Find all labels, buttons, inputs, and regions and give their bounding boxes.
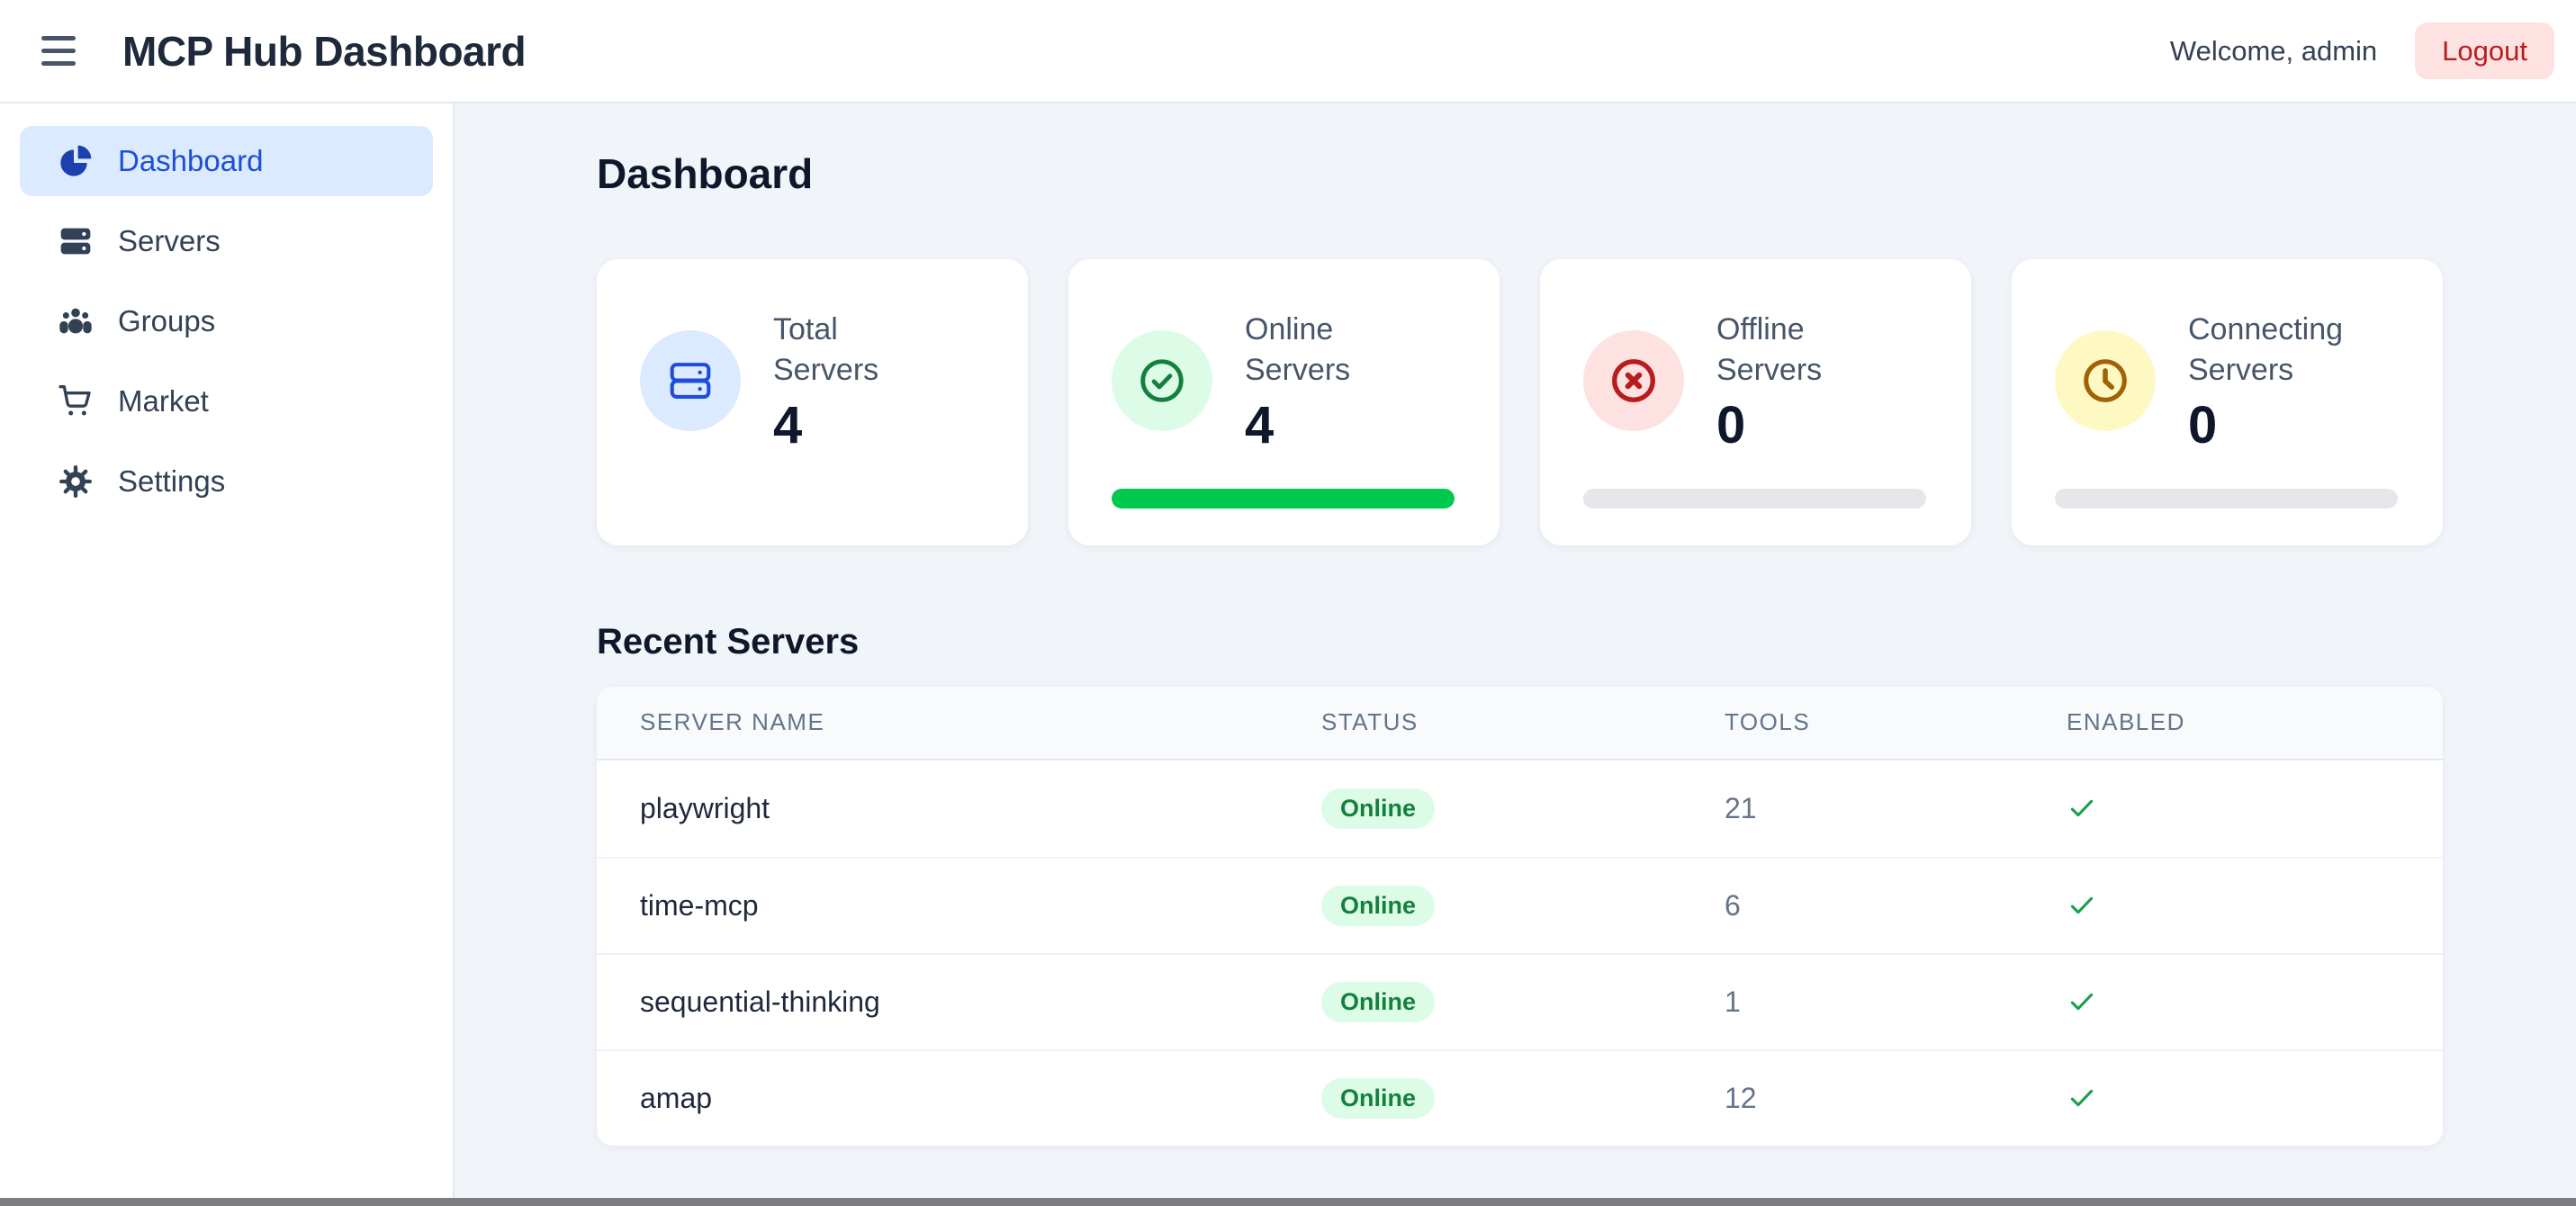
sidebar-item-dashboard[interactable]: Dashboard xyxy=(20,126,433,196)
stat-card-value: 0 xyxy=(1716,400,1880,452)
recent-servers-table: SERVER NAME STATUS TOOLS ENABLED playwri… xyxy=(597,687,2443,1146)
column-header-tools: TOOLS xyxy=(1725,708,2067,736)
sidebar-item-label: Dashboard xyxy=(118,144,263,178)
tools-count: 21 xyxy=(1725,792,2067,825)
shopping-cart-icon xyxy=(58,383,94,419)
sidebar-item-label: Servers xyxy=(118,224,221,258)
sidebar-item-groups[interactable]: Groups xyxy=(20,286,433,356)
horizontal-scrollbar[interactable] xyxy=(0,1198,2576,1206)
sidebar-item-servers[interactable]: Servers xyxy=(20,206,433,276)
sidebar-item-label: Settings xyxy=(118,464,225,499)
stat-card-title: Connecting Servers xyxy=(2188,310,2352,391)
stat-card-value: 4 xyxy=(773,400,937,452)
page-title: Dashboard xyxy=(597,150,2443,198)
clock-icon-badge xyxy=(2055,330,2156,431)
sidebar-item-settings[interactable]: Settings xyxy=(20,446,433,517)
server-icon xyxy=(664,355,716,407)
column-header-status: STATUS xyxy=(1321,708,1725,736)
table-header-row: SERVER NAME STATUS TOOLS ENABLED xyxy=(597,687,2443,760)
stat-card-title: Total Servers xyxy=(773,310,937,391)
status-badge: Online xyxy=(1321,788,1435,829)
status-badge: Online xyxy=(1321,1078,1435,1119)
connecting-progress-track xyxy=(2055,489,2398,508)
stat-card-title: Online Servers xyxy=(1245,310,1409,391)
server-name: amap xyxy=(640,1082,1321,1115)
server-name: time-mcp xyxy=(640,889,1321,922)
hamburger-menu-icon[interactable] xyxy=(41,36,76,66)
main-content: Dashboard Total Serv xyxy=(455,104,2576,1206)
enabled-check-icon xyxy=(2067,890,2443,921)
server-icon-badge xyxy=(640,330,741,431)
tools-count: 12 xyxy=(1725,1082,2067,1115)
recent-servers-title: Recent Servers xyxy=(597,622,2443,662)
top-header: MCP Hub Dashboard Welcome, admin Logout xyxy=(0,0,2576,104)
sidebar-item-label: Market xyxy=(118,384,209,418)
x-circle-icon xyxy=(1608,355,1660,407)
table-row: sequential-thinking Online 1 xyxy=(597,953,2443,1049)
table-row: time-mcp Online 6 xyxy=(597,857,2443,953)
online-progress-fill xyxy=(1112,489,1455,508)
table-row: amap Online 12 xyxy=(597,1049,2443,1146)
sidebar-item-label: Groups xyxy=(118,304,215,338)
stat-card-title: Offline Servers xyxy=(1716,310,1880,391)
table-row: playwright Online 21 xyxy=(597,760,2443,857)
x-circle-icon-badge xyxy=(1583,330,1684,431)
server-name: playwright xyxy=(640,792,1321,825)
sidebar-item-market[interactable]: Market xyxy=(20,366,433,436)
clock-icon xyxy=(2079,355,2131,407)
column-header-server-name: SERVER NAME xyxy=(640,708,1321,736)
online-progress-track xyxy=(1112,489,1455,508)
status-badge: Online xyxy=(1321,886,1435,926)
column-header-enabled: ENABLED xyxy=(2067,708,2443,736)
offline-progress-track xyxy=(1583,489,1926,508)
pie-chart-icon xyxy=(58,143,94,179)
stat-card-value: 0 xyxy=(2188,400,2352,452)
check-circle-icon-badge xyxy=(1112,330,1212,431)
welcome-text: Welcome, admin xyxy=(2170,35,2377,68)
check-circle-icon xyxy=(1136,355,1188,407)
stat-card-value: 4 xyxy=(1245,400,1409,452)
users-icon xyxy=(58,303,94,339)
enabled-check-icon xyxy=(2067,793,2443,824)
server-icon xyxy=(58,223,94,259)
app-title: MCP Hub Dashboard xyxy=(122,27,526,76)
stat-card-online-servers: Online Servers 4 xyxy=(1068,259,1500,545)
stat-card-total-servers: Total Servers 4 xyxy=(597,259,1028,545)
logout-button[interactable]: Logout xyxy=(2415,22,2554,79)
stat-cards: Total Servers 4 xyxy=(597,259,2443,545)
app-window: MCP Hub Dashboard Welcome, admin Logout … xyxy=(0,0,2576,1206)
sidebar: Dashboard Servers xyxy=(0,104,455,1206)
tools-count: 1 xyxy=(1725,986,2067,1019)
stat-card-connecting-servers: Connecting Servers 0 xyxy=(2012,259,2443,545)
status-badge: Online xyxy=(1321,982,1435,1022)
gear-icon xyxy=(58,464,94,500)
stat-card-offline-servers: Offline Servers 0 xyxy=(1540,259,1971,545)
tools-count: 6 xyxy=(1725,889,2067,922)
enabled-check-icon xyxy=(2067,986,2443,1017)
enabled-check-icon xyxy=(2067,1083,2443,1113)
server-name: sequential-thinking xyxy=(640,986,1321,1019)
